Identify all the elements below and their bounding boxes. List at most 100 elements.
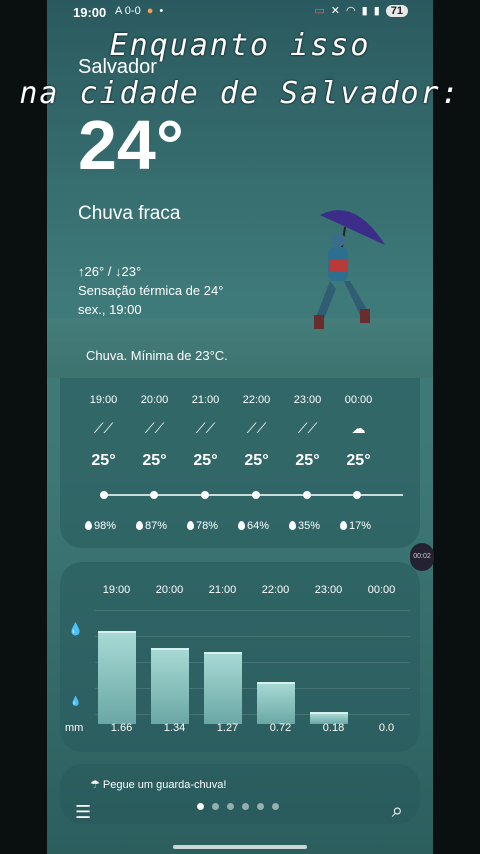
unit-label: mm bbox=[65, 722, 84, 734]
hour-label: 19:00 bbox=[102, 584, 131, 596]
weather-summary: Chuva. Mínima de 23°C. bbox=[86, 348, 228, 363]
heavy-rain-icon: 💧 bbox=[68, 622, 83, 636]
hour-temp: 25° bbox=[193, 452, 218, 469]
temperature-details: ↑26° / ↓23° Sensação térmica de 24° sex.… bbox=[78, 262, 223, 319]
rainfall-times: 19:00 20:00 21:00 22:00 23:00 00:00 bbox=[90, 584, 408, 596]
hourly-temps: 25° 25° 25° 25° 25° 25° bbox=[78, 452, 420, 470]
temp-point bbox=[252, 491, 260, 499]
drop-icon bbox=[136, 521, 143, 530]
high-low: ↑26° / ↓23° bbox=[78, 264, 142, 279]
drop-icon bbox=[238, 521, 245, 530]
bottom-nav: ☰ ⌕ bbox=[47, 790, 433, 854]
hour-label: 21:00 bbox=[208, 584, 237, 596]
hour-temp: 25° bbox=[91, 452, 116, 469]
rain-icon: ⟋⟋ bbox=[93, 420, 114, 436]
hour-label: 20:00 bbox=[155, 584, 184, 596]
drop-icon bbox=[289, 521, 296, 530]
grid-line bbox=[95, 636, 410, 637]
rain-icon: ⟋⟋ bbox=[297, 420, 318, 436]
wifi-icon: ◠ bbox=[346, 5, 356, 17]
rain-value: 0.72 bbox=[269, 722, 292, 734]
signal-icon-2: ▮ bbox=[373, 5, 380, 17]
hour-temp: 25° bbox=[295, 452, 320, 469]
rain-value: 0.0 bbox=[378, 722, 395, 734]
cloud-icon: ☁ bbox=[351, 420, 366, 436]
hour-label: 20:00 bbox=[140, 394, 169, 406]
page-dot[interactable] bbox=[227, 803, 234, 810]
temp-point bbox=[353, 491, 361, 499]
page-dot[interactable] bbox=[272, 803, 279, 810]
hourly-precipitation: 98% 87% 78% 64% 35% 17% bbox=[85, 520, 391, 532]
hour-label: 19:00 bbox=[89, 394, 118, 406]
mute-icon: ✕ bbox=[330, 5, 341, 17]
rain-icon: ⟋⟋ bbox=[195, 420, 216, 436]
rainfall-bar bbox=[204, 652, 242, 724]
rain-icon: ⟋⟋ bbox=[246, 420, 267, 436]
status-left-icons: A 0-0 ● • bbox=[115, 5, 163, 17]
rainfall-card[interactable]: 19:00 20:00 21:00 22:00 23:00 00:00 💧 💧 … bbox=[60, 562, 420, 752]
hour-label: 00:00 bbox=[344, 394, 373, 406]
grid-line bbox=[95, 688, 410, 689]
date-time: sex., 19:00 bbox=[78, 302, 142, 317]
page-indicator bbox=[197, 803, 279, 810]
home-indicator[interactable] bbox=[173, 845, 307, 849]
hour-temp: 25° bbox=[244, 452, 269, 469]
drop-icon bbox=[340, 521, 347, 530]
page-dot[interactable] bbox=[257, 803, 264, 810]
page-dot[interactable] bbox=[242, 803, 249, 810]
hour-label: 21:00 bbox=[191, 394, 220, 406]
rain-icon: ⟋⟋ bbox=[144, 420, 165, 436]
hour-temp: 25° bbox=[142, 452, 167, 469]
battery-indicator: 71 bbox=[385, 4, 408, 17]
umbrella-figure-illustration bbox=[314, 210, 385, 329]
precip-item: 78% bbox=[187, 520, 238, 532]
status-right-icons: ▭ ✕ ◠ ▮ ▮ 71 bbox=[314, 4, 408, 17]
precip-item: 17% bbox=[340, 520, 391, 532]
hourly-forecast-card[interactable]: 19:00 20:00 21:00 22:00 23:00 00:00 ⟋⟋ ⟋… bbox=[60, 378, 420, 548]
rain-value: 0.18 bbox=[322, 722, 345, 734]
dot-icon: • bbox=[159, 5, 164, 17]
feels-like: Sensação térmica de 24° bbox=[78, 283, 224, 298]
hour-label: 22:00 bbox=[242, 394, 271, 406]
hour-label: 00:00 bbox=[367, 584, 396, 596]
drop-icon bbox=[85, 521, 92, 530]
page-dot[interactable] bbox=[212, 803, 219, 810]
hour-label: 23:00 bbox=[293, 394, 322, 406]
precip-item: 35% bbox=[289, 520, 340, 532]
rain-value: 1.66 bbox=[110, 722, 133, 734]
grid-line bbox=[95, 714, 410, 715]
rain-value: 1.34 bbox=[163, 722, 186, 734]
grid-line bbox=[95, 662, 410, 663]
page-dot[interactable] bbox=[197, 803, 204, 810]
rainfall-bar bbox=[98, 631, 136, 724]
overlay-line-1: Enquanto isso bbox=[109, 28, 371, 63]
hour-label: 23:00 bbox=[314, 584, 343, 596]
light-rain-icon: 💧 bbox=[70, 696, 82, 706]
hourly-times: 19:00 20:00 21:00 22:00 23:00 00:00 bbox=[78, 394, 420, 406]
hour-label: 22:00 bbox=[261, 584, 290, 596]
status-bar: 19:00 A 0-0 ● • ▭ ✕ ◠ ▮ ▮ 71 bbox=[0, 0, 480, 26]
precip-item: 87% bbox=[136, 520, 187, 532]
signal-icon: ▮ bbox=[361, 5, 368, 17]
temp-point bbox=[303, 491, 311, 499]
hour-temp: 25° bbox=[346, 452, 371, 469]
current-condition: Chuva fraca bbox=[78, 203, 181, 224]
rainfall-values: mm 1.66 1.34 1.27 0.72 0.18 0.0 bbox=[65, 722, 413, 734]
current-temperature: 24° bbox=[78, 106, 184, 184]
app-notification-icon: ● bbox=[146, 5, 154, 17]
rainfall-bar bbox=[257, 682, 295, 724]
precip-item: 98% bbox=[85, 520, 136, 532]
precip-item: 64% bbox=[238, 520, 289, 532]
cast-icon: ▭ bbox=[314, 5, 325, 17]
status-time: 19:00 bbox=[73, 5, 107, 20]
floating-timer-button[interactable]: 00:02 bbox=[410, 543, 434, 571]
search-icon[interactable]: ⌕ bbox=[392, 800, 403, 823]
rain-value: 1.27 bbox=[216, 722, 239, 734]
rainfall-bar bbox=[151, 648, 189, 724]
hourly-icons: ⟋⟋ ⟋⟋ ⟋⟋ ⟋⟋ ⟋⟋ ☁ bbox=[78, 420, 420, 437]
temp-point bbox=[100, 491, 108, 499]
temp-point bbox=[201, 491, 209, 499]
temp-point bbox=[150, 491, 158, 499]
grid-line bbox=[95, 610, 410, 611]
locations-icon[interactable]: ☰ bbox=[75, 802, 91, 823]
